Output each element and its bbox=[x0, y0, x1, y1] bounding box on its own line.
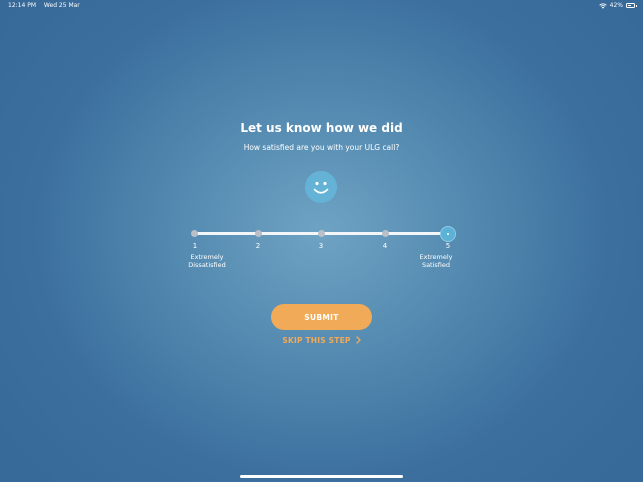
battery-percent: 42% bbox=[609, 2, 623, 9]
scale-label-max-line1: Extremely bbox=[419, 253, 453, 261]
survey-question: How satisfied are you with your ULG call… bbox=[243, 143, 400, 152]
slider-handle[interactable] bbox=[440, 226, 456, 242]
wifi-icon bbox=[598, 2, 607, 9]
slider-stop-3[interactable] bbox=[317, 230, 325, 237]
status-date: Wed 25 Mar bbox=[43, 2, 80, 9]
scale-label-max-line2: Satisfied bbox=[421, 261, 451, 269]
status-left: 12:14 PM Wed 25 Mar bbox=[8, 2, 80, 9]
slider-stop-1[interactable] bbox=[190, 230, 198, 237]
scale-label-min-line2: Dissatisfied bbox=[188, 261, 226, 269]
status-right: 42% bbox=[598, 2, 637, 9]
slider-stop-4[interactable] bbox=[381, 230, 389, 237]
satisfaction-slider: 1 2 3 4 5 Extremely Dissatisfied Extreme… bbox=[0, 0, 643, 482]
status-bar: 12:14 PM Wed 25 Mar 42% bbox=[0, 0, 643, 12]
scale-value-1: 1 bbox=[192, 242, 198, 250]
scale-label-max: Extremely Satisfied bbox=[406, 253, 466, 269]
smiley-face-icon bbox=[305, 171, 337, 203]
scale-value-2: 2 bbox=[255, 242, 261, 250]
skip-step-label: SKIP THIS STEP bbox=[282, 336, 351, 345]
battery-icon bbox=[626, 3, 637, 8]
home-indicator[interactable] bbox=[240, 475, 403, 478]
page-title: Let us know how we did bbox=[240, 121, 403, 135]
scale-label-min-line1: Extremely bbox=[190, 253, 224, 261]
scale-value-5: 5 bbox=[445, 242, 451, 250]
scale-value-4: 4 bbox=[382, 242, 388, 250]
submit-button[interactable]: SUBMIT bbox=[271, 304, 372, 330]
slider-stop-2[interactable] bbox=[254, 230, 262, 237]
chevron-right-icon bbox=[355, 336, 361, 344]
scale-label-min: Extremely Dissatisfied bbox=[177, 253, 237, 269]
skip-step-link[interactable]: SKIP THIS STEP bbox=[0, 336, 643, 345]
status-time: 12:14 PM bbox=[8, 2, 36, 9]
scale-value-3: 3 bbox=[318, 242, 324, 250]
